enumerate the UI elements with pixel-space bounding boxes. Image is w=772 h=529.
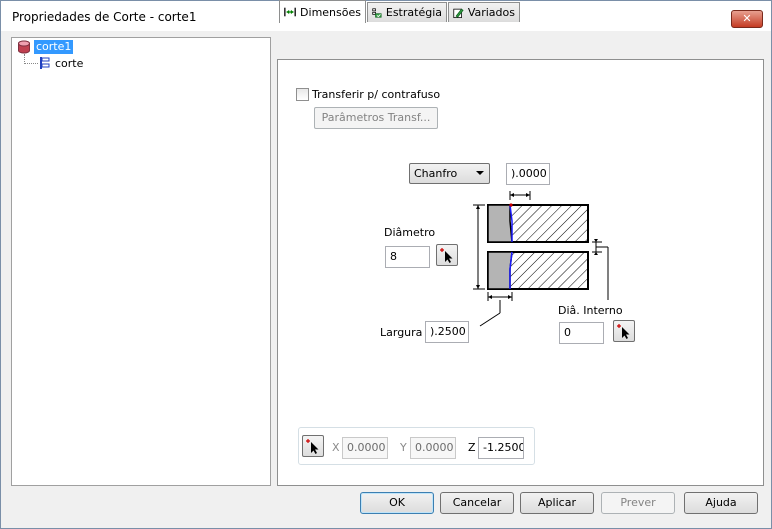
preview-button[interactable]: Prever xyxy=(601,492,675,514)
tree-item-corte1[interactable]: corte1 xyxy=(17,40,74,54)
diameter-label: Diâmetro xyxy=(384,226,436,239)
dimension-arrows-icon xyxy=(284,7,296,17)
tab-label: Dimensões xyxy=(300,5,361,19)
width-field[interactable]: ).2500 xyxy=(425,321,469,343)
close-button[interactable]: ✕ xyxy=(731,10,763,28)
edge-type-select[interactable]: Chanfro xyxy=(409,163,490,184)
apply-button[interactable]: Aplicar xyxy=(520,492,594,514)
chevron-down-icon xyxy=(476,171,484,175)
operation-tree: corte1 corte xyxy=(11,37,271,486)
pick-cursor-icon xyxy=(306,439,319,454)
y-field[interactable]: 0.0000 xyxy=(410,437,456,459)
diameter-field[interactable]: 8 xyxy=(385,246,430,268)
pick-position-button[interactable] xyxy=(302,435,324,457)
help-button[interactable]: Ajuda xyxy=(684,492,758,514)
cut-operation-icon xyxy=(40,57,50,69)
ok-button[interactable]: OK xyxy=(360,492,434,514)
z-field[interactable]: -1.2500 xyxy=(478,437,524,459)
tab-label: Variados xyxy=(467,6,515,19)
cancel-button[interactable]: Cancelar xyxy=(440,492,514,514)
database-icon xyxy=(18,40,30,54)
transfer-checkbox-label: Transferir p/ contrafuso xyxy=(312,88,441,101)
tab-label: Estratégia xyxy=(385,6,442,19)
transfer-checkbox-row[interactable]: Transferir p/ contrafuso xyxy=(296,88,440,101)
transfer-params-button[interactable]: Parâmetros Transf... xyxy=(314,107,438,129)
tree-item-label: corte1 xyxy=(34,40,74,54)
tree-item-corte[interactable]: corte xyxy=(38,56,83,70)
tree-connector xyxy=(24,63,38,64)
strategy-icon xyxy=(372,7,382,18)
tab-misc[interactable]: Variados xyxy=(448,2,520,22)
edge-type-value: Chanfro xyxy=(414,167,458,180)
chamfer-field[interactable]: ).0000 xyxy=(506,163,550,185)
pick-cursor-icon xyxy=(440,248,453,263)
tree-item-label: corte xyxy=(55,56,84,70)
tab-dimensions[interactable]: Dimensões xyxy=(279,0,366,23)
notepad-pencil-icon xyxy=(453,8,464,18)
transfer-checkbox[interactable] xyxy=(296,88,309,101)
x-label: X xyxy=(332,441,340,454)
pick-diameter-button[interactable] xyxy=(436,244,458,266)
window-title: Propriedades de Corte - corte1 xyxy=(12,10,197,24)
z-label: Z xyxy=(468,441,476,454)
tab-strategy[interactable]: Estratégia xyxy=(367,2,447,22)
x-field[interactable]: 0.0000 xyxy=(342,437,388,459)
width-label: Largura xyxy=(380,326,423,339)
cutoff-diagram xyxy=(473,191,609,327)
y-label: Y xyxy=(400,441,407,454)
